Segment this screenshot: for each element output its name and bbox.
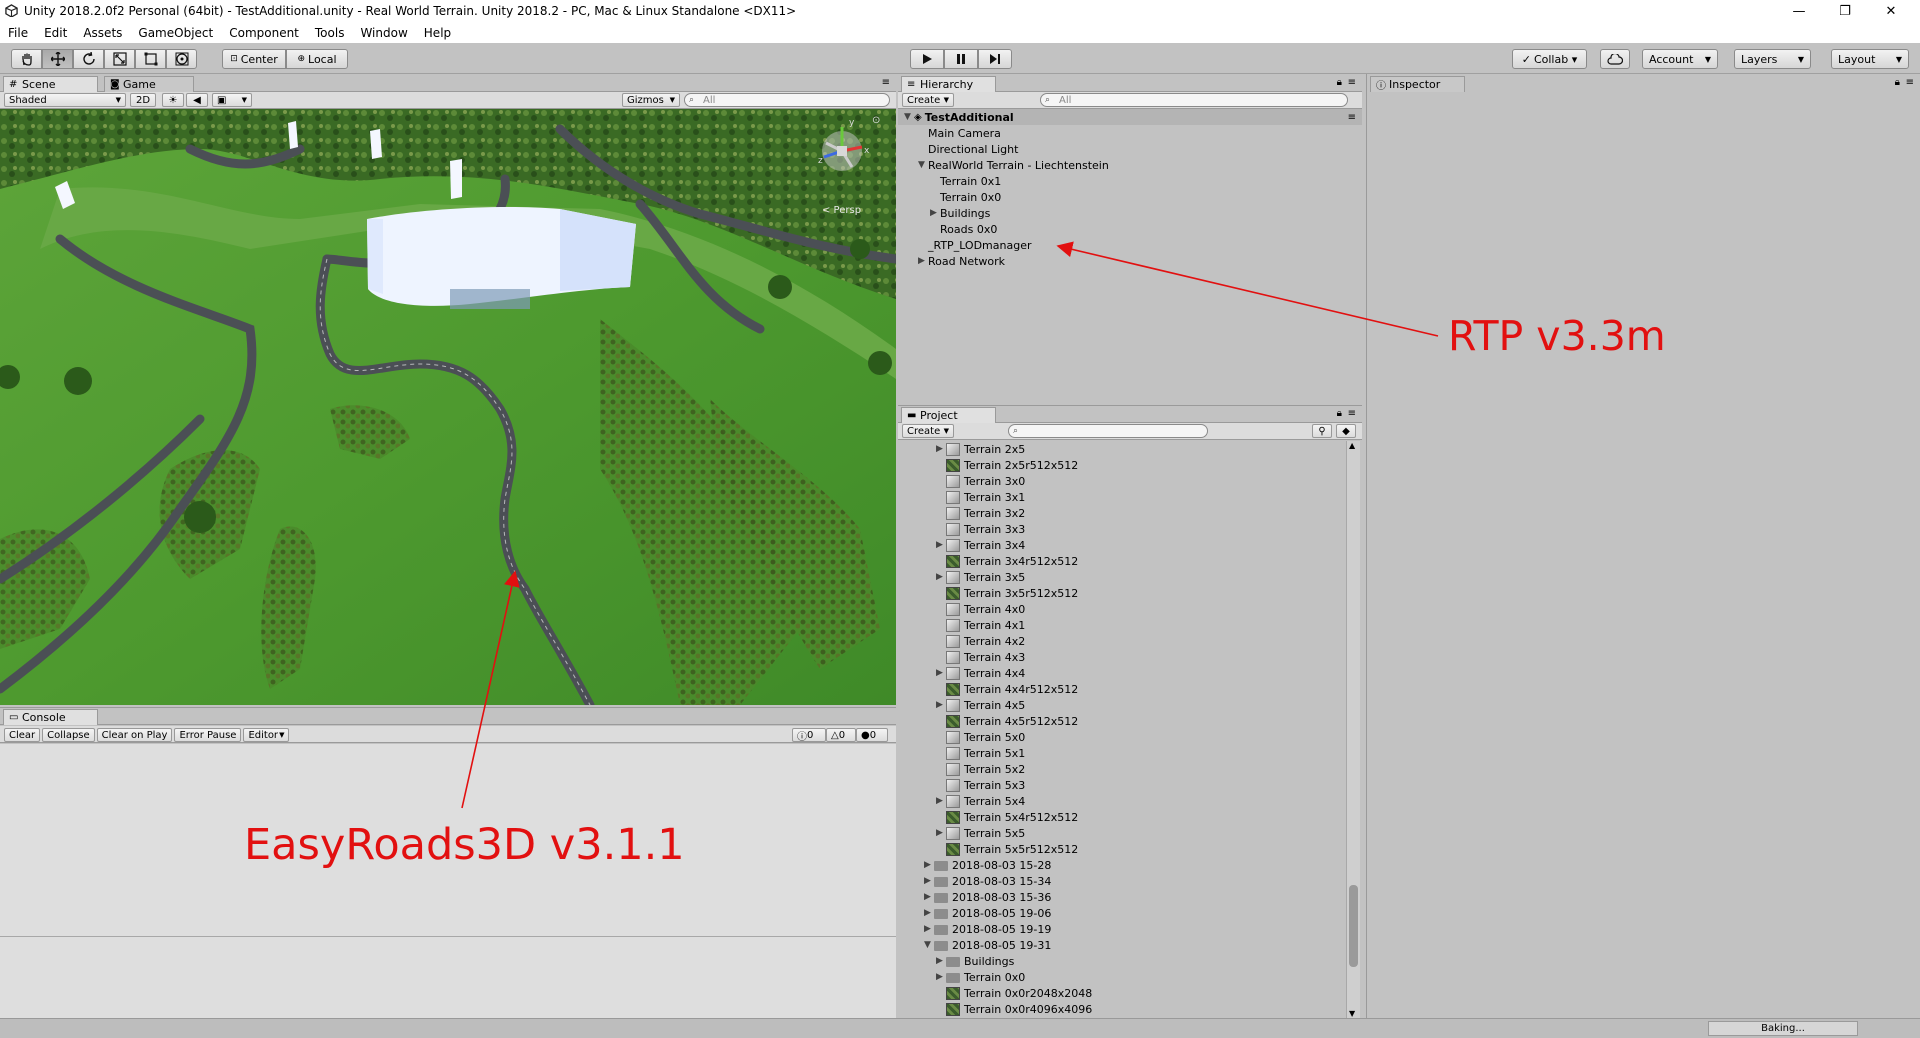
rtp-arrow	[1056, 241, 1439, 337]
rtp-annotation: RTP v3.3m	[1448, 312, 1666, 360]
easyroads-arrow	[461, 570, 520, 809]
annotation-overlay	[461, 241, 1439, 809]
easyroads-annotation: EasyRoads3D v3.1.1	[244, 820, 685, 870]
